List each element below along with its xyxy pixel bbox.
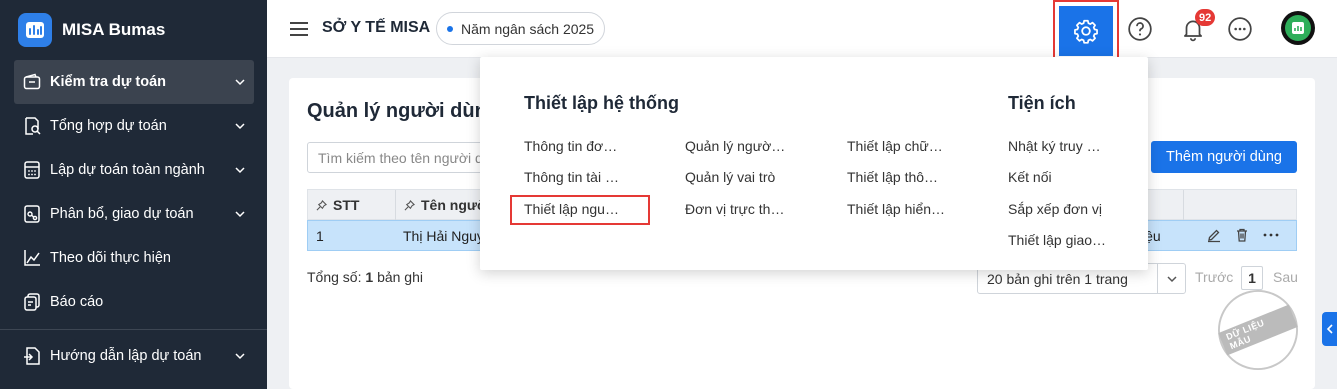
total-count: 1 — [365, 269, 374, 285]
page-size-value: 20 bản ghi trên 1 trang — [987, 270, 1128, 287]
guide-icon — [24, 347, 40, 365]
system-settings-heading: Thiết lập hệ thống — [524, 93, 679, 113]
org-name: SỞ Y TẾ MISA — [322, 19, 431, 36]
sidebar-item-kiem-tra-du-toan[interactable]: Kiểm tra dự toán — [14, 60, 254, 104]
total-label: Tổng số: — [307, 269, 362, 285]
help-icon — [1128, 17, 1152, 41]
column-header-name[interactable]: Tên người — [404, 197, 491, 213]
share-document-icon — [24, 205, 40, 223]
sidebar-item-label: Kiểm tra dự toán — [50, 74, 167, 90]
menu-item-sap-xep-don-vi[interactable]: Sắp xếp đơn vị — [1008, 201, 1102, 217]
sidebar-item-bao-cao[interactable]: Báo cáo — [14, 280, 254, 324]
misa-logo-icon — [18, 13, 52, 47]
calculator-icon — [24, 161, 40, 179]
status-dot — [447, 25, 453, 32]
sidebar-item-huong-dan-lap-du-toan[interactable]: Hướng dẫn lập dự toán — [14, 334, 254, 378]
menu-item-quan-ly-vai-tro[interactable]: Quản lý vai trò — [685, 169, 775, 185]
sidebar-item-theo-doi-thuc-hien[interactable]: Theo dõi thực hiện — [14, 236, 254, 280]
page-title: Quản lý người dùn — [307, 100, 487, 122]
cell-name: Thị Hải Nguy — [403, 228, 484, 244]
chevron-down-icon — [235, 79, 245, 86]
chevron-left-icon — [1326, 324, 1333, 334]
sidebar-item-lap-du-toan-toan-nganh[interactable]: Lập dự toán toàn ngành — [14, 148, 254, 192]
pin-icon[interactable] — [404, 199, 415, 211]
sidebar-item-label: Tổng hợp dự toán — [50, 118, 167, 134]
sidebar-item-label: Báo cáo — [50, 294, 104, 310]
menu-item-ket-noi[interactable]: Kết nối — [1008, 169, 1052, 185]
sidebar-divider — [0, 329, 267, 330]
pager-previous[interactable]: Trước — [1195, 269, 1233, 285]
column-separator[interactable] — [1183, 190, 1184, 220]
menu-item-thiet-lap-giao-dien[interactable]: Thiết lập giao… — [1008, 232, 1106, 248]
menu-item-quan-ly-nguoi-dung[interactable]: Quản lý ngườ… — [685, 138, 785, 154]
avatar-logo-icon — [1285, 15, 1311, 41]
report-icon — [24, 293, 40, 311]
search-placeholder: Tìm kiếm theo tên người d — [318, 149, 483, 166]
settings-dropdown: Thiết lập hệ thống Tiện ích Thông tin đơ… — [480, 57, 1148, 270]
menu-item-highlight — [510, 195, 650, 225]
hamburger-menu-icon[interactable] — [289, 20, 309, 38]
menu-item-thiet-lap-hien-thi[interactable]: Thiết lập hiển… — [847, 201, 945, 217]
notification-badge: 92 — [1195, 9, 1216, 26]
chevron-down-icon — [235, 167, 245, 174]
total-suffix: bản ghi — [377, 269, 423, 285]
column-separator[interactable] — [395, 190, 396, 220]
chevron-down-icon — [235, 211, 245, 218]
cell-stt: 1 — [316, 228, 324, 244]
side-panel-toggle[interactable] — [1322, 312, 1337, 346]
fiscal-year-label: Năm ngân sách 2025 — [461, 20, 595, 37]
help-button[interactable] — [1125, 14, 1155, 44]
add-user-button[interactable]: Thêm người dùng — [1151, 141, 1297, 173]
menu-item-thong-tin-don-vi[interactable]: Thông tin đơ… — [524, 138, 617, 154]
fiscal-year-chip[interactable]: Năm ngân sách 2025 — [436, 12, 606, 45]
sidebar-item-label: Theo dõi thực hiện — [50, 250, 171, 266]
edit-icon[interactable] — [1206, 227, 1222, 243]
wallet-icon — [23, 73, 41, 90]
more-actions-icon[interactable] — [1262, 227, 1280, 243]
column-header-label: STT — [333, 197, 360, 213]
chevron-down-icon — [1166, 275, 1177, 282]
document-search-icon — [25, 117, 41, 135]
menu-item-nhat-ky-truy-cap[interactable]: Nhật ký truy … — [1008, 138, 1101, 154]
sidebar: MISA Bumas Kiểm tra dự toán Tổng hợp dự … — [0, 0, 267, 389]
brand-name: MISA Bumas — [62, 20, 166, 39]
menu-item-don-vi-truc-thuoc[interactable]: Đơn vị trực th… — [685, 201, 784, 217]
sidebar-item-tong-hop-du-toan[interactable]: Tổng hợp dự toán — [14, 104, 254, 148]
total-records: Tổng số: 1 bản ghi — [307, 269, 423, 285]
menu-item-thong-tin-tai-khoan[interactable]: Thông tin tài … — [524, 169, 619, 185]
watermark-label: DỮ LIỆU MẪU — [1218, 304, 1298, 356]
pager-current-page[interactable]: 1 — [1241, 266, 1263, 290]
line-chart-icon — [24, 250, 40, 266]
avatar[interactable] — [1281, 11, 1315, 45]
menu-item-thiet-lap-chu-ky[interactable]: Thiết lập chữ… — [847, 138, 943, 154]
sidebar-item-label: Hướng dẫn lập dự toán — [50, 348, 202, 364]
more-horizontal-icon — [1228, 17, 1252, 41]
sidebar-item-phan-bo-giao-du-toan[interactable]: Phân bổ, giao dự toán — [14, 192, 254, 236]
more-apps-button[interactable] — [1225, 14, 1255, 44]
chevron-down-icon — [235, 123, 245, 130]
utilities-heading: Tiện ích — [1008, 93, 1076, 113]
chevron-down-icon — [235, 353, 245, 360]
pager-next[interactable]: Sau — [1273, 269, 1298, 285]
sidebar-item-label: Lập dự toán toàn ngành — [50, 162, 205, 178]
pin-icon[interactable] — [316, 199, 327, 211]
brand[interactable]: MISA Bumas — [18, 12, 165, 48]
row-actions — [1206, 227, 1280, 243]
column-header-stt[interactable]: STT — [316, 197, 359, 213]
header: SỞ Y TẾ MISA Năm ngân sách 2025 92 — [267, 0, 1337, 58]
dropdown-toggle[interactable] — [1157, 264, 1185, 293]
delete-icon[interactable] — [1234, 227, 1250, 243]
menu-item-thiet-lap-thong-bao[interactable]: Thiết lập thô… — [847, 169, 938, 185]
sidebar-item-label: Phân bổ, giao dự toán — [50, 206, 194, 222]
